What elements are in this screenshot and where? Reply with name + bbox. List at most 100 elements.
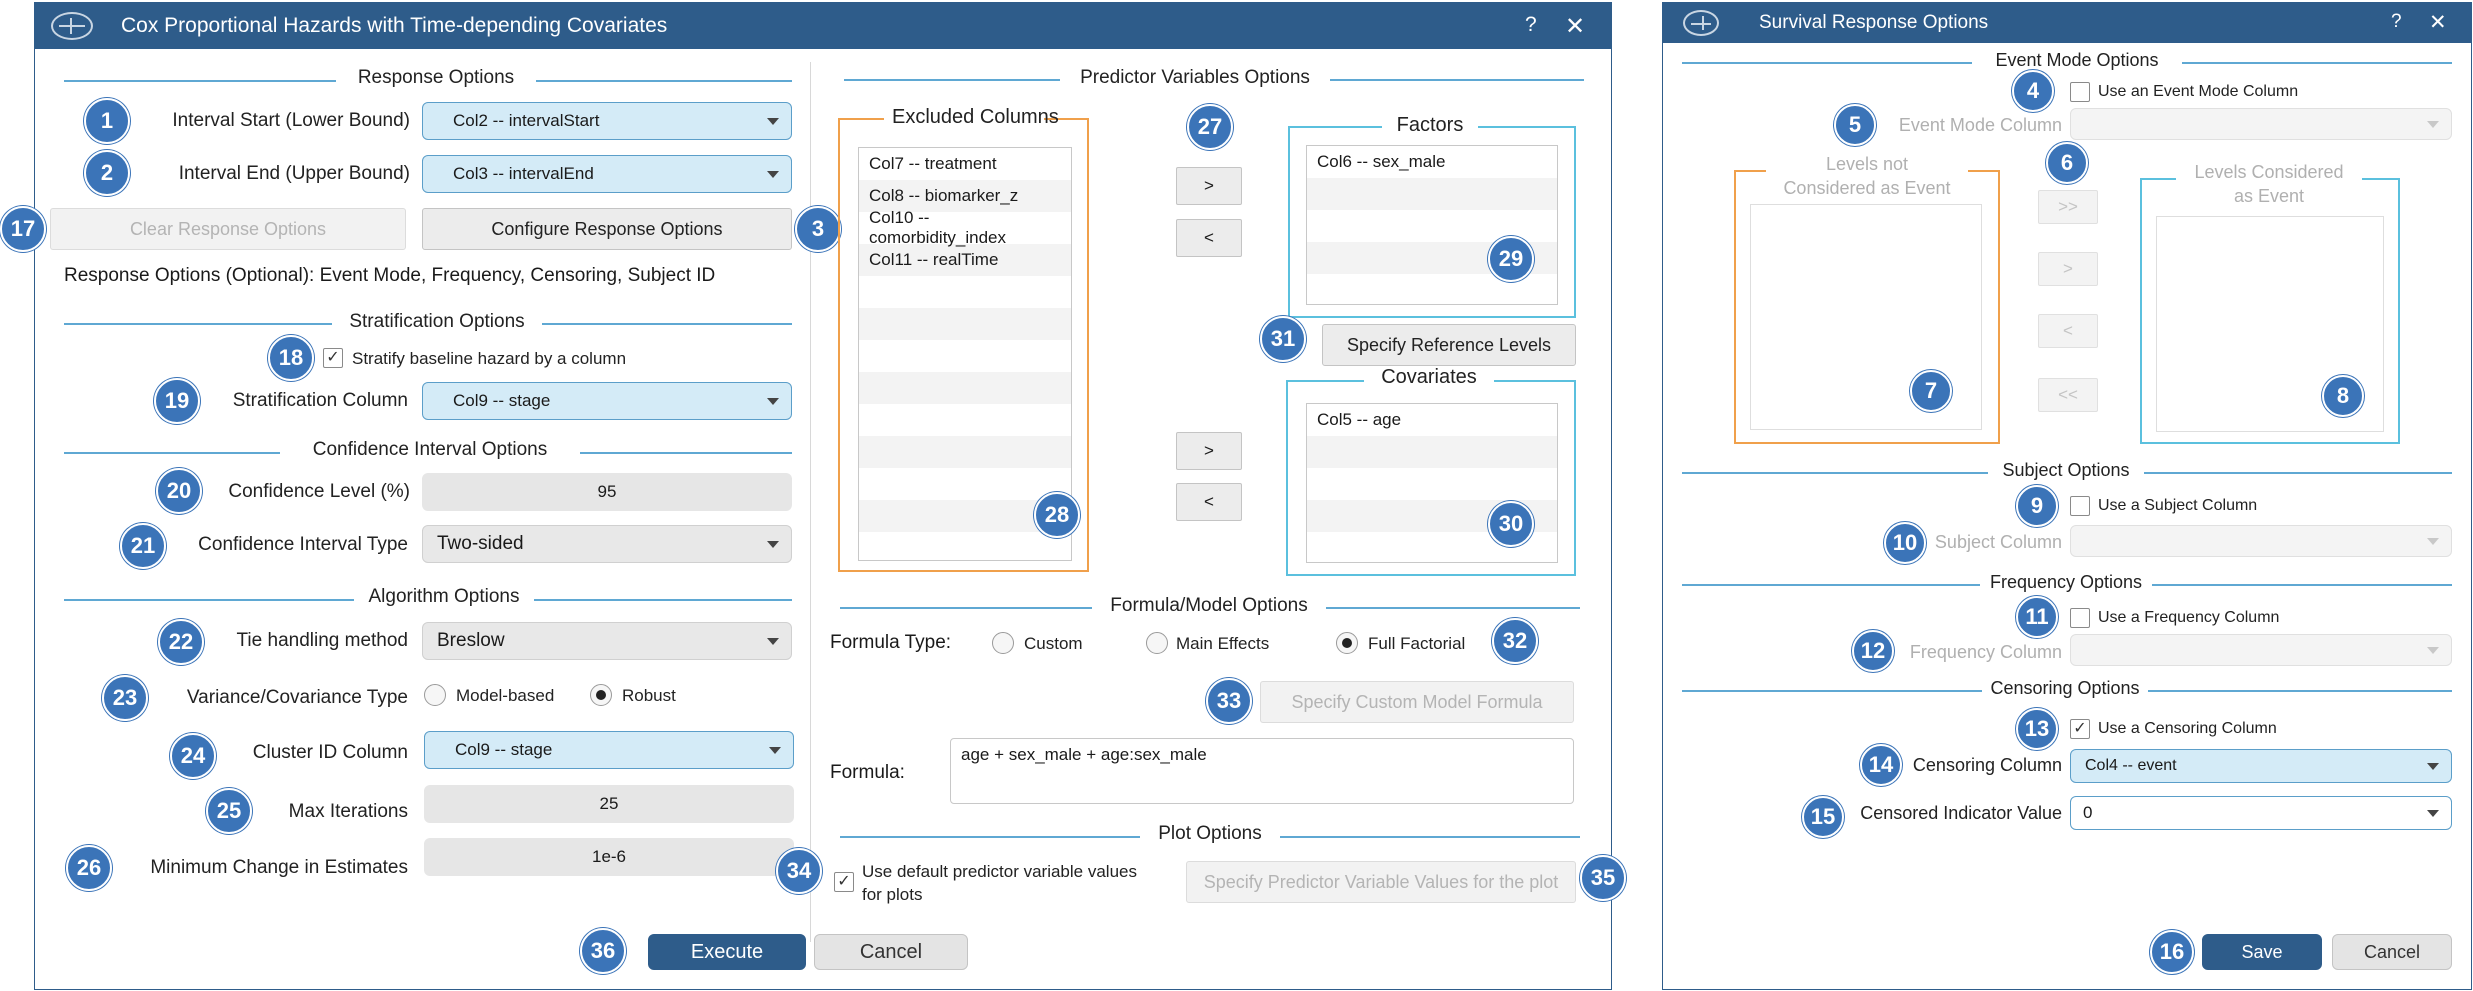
event-mode-checkbox[interactable] — [2070, 82, 2090, 102]
confidence-interval-type-dropdown[interactable]: Two-sided — [422, 525, 792, 563]
remove-from-factors-button[interactable]: < — [1176, 219, 1242, 257]
remove-from-covariates-button[interactable]: < — [1176, 483, 1242, 521]
move-to-covariates-button[interactable]: > — [1176, 432, 1242, 470]
list-item[interactable]: Col10 -- comorbidity_index — [859, 208, 1071, 247]
frequency-checkbox-label: Use a Frequency Column — [2098, 609, 2280, 626]
section-line — [536, 80, 792, 82]
formula-type-label: Formula Type: — [830, 632, 952, 653]
covariates-title: Covariates — [1364, 366, 1494, 389]
section-line — [64, 323, 332, 325]
interval-end-label: Interval End (Upper Bound) — [178, 163, 410, 184]
formula-main-effects-radio[interactable] — [1146, 632, 1168, 654]
section-confidence-title: Confidence Interval Options — [312, 439, 548, 460]
section-line — [542, 323, 792, 325]
specify-plot-values-button[interactable]: Specify Predictor Variable Values for th… — [1186, 861, 1576, 903]
censoring-column-dropdown[interactable]: Col4 -- event — [2070, 749, 2452, 783]
configure-response-options-button[interactable]: Configure Response Options — [422, 208, 792, 250]
dialog-close-icon[interactable]: ✕ — [2429, 10, 2447, 35]
interval-start-dropdown[interactable]: Col2 -- intervalStart — [422, 102, 792, 140]
censoring-checkbox[interactable]: ✓ — [2070, 719, 2090, 739]
main-cancel-button[interactable]: Cancel — [814, 934, 968, 970]
cluster-id-value: Col9 -- stage — [455, 740, 553, 759]
confidence-level-label: Confidence Level (%) — [228, 481, 410, 502]
list-item[interactable]: Col7 -- treatment — [859, 148, 1071, 180]
specify-reference-levels-button[interactable]: Specify Reference Levels — [1322, 324, 1576, 366]
formula-field[interactable]: age + sex_male + age:sex_male — [950, 738, 1574, 804]
badge-29: 29 — [1488, 236, 1534, 282]
frequency-column-dropdown[interactable] — [2070, 634, 2452, 666]
censoring-column-value: Col4 -- event — [2085, 757, 2177, 774]
badge-23: 23 — [102, 675, 148, 721]
move-from-event-button[interactable]: < — [2038, 314, 2098, 348]
badge-14: 14 — [1860, 744, 1902, 786]
factors-list[interactable]: Col6 -- sex_male — [1306, 145, 1558, 305]
subject-column-label: Subject Column — [1934, 532, 2062, 552]
badge-8: 8 — [2322, 375, 2364, 417]
event-mode-column-dropdown[interactable] — [2070, 108, 2452, 140]
variance-robust-radio[interactable] — [590, 684, 612, 706]
section-line — [64, 80, 336, 82]
list-item[interactable]: Col11 -- realTime — [859, 244, 1071, 276]
section-line — [1330, 79, 1584, 81]
tie-handling-value: Breslow — [437, 630, 505, 651]
specify-custom-formula-button[interactable]: Specify Custom Model Formula — [1260, 681, 1574, 723]
chevron-down-icon — [2427, 810, 2439, 817]
help-button[interactable]: ? — [1525, 13, 1537, 37]
main-window-title: Cox Proportional Hazards with Time-depen… — [121, 14, 668, 37]
badge-24: 24 — [170, 733, 216, 779]
confidence-level-field[interactable]: 95 — [422, 473, 792, 511]
badge-18: 18 — [268, 335, 314, 381]
app-logo-icon — [1683, 10, 1719, 36]
move-to-factors-button[interactable]: > — [1176, 167, 1242, 205]
section-subject-title: Subject Options — [2002, 460, 2130, 480]
subject-checkbox-label: Use a Subject Column — [2098, 497, 2258, 514]
move-all-from-event-button[interactable]: << — [2038, 378, 2098, 412]
max-iterations-field[interactable]: 25 — [424, 785, 794, 823]
stratification-column-label: Stratification Column — [232, 390, 408, 411]
badge-6: 6 — [2046, 142, 2088, 184]
min-change-field[interactable]: 1e-6 — [424, 838, 794, 876]
stratification-column-dropdown[interactable]: Col9 -- stage — [422, 382, 792, 420]
list-item — [859, 404, 1071, 436]
section-line — [2144, 472, 2452, 474]
badge-27: 27 — [1187, 104, 1233, 150]
subject-column-dropdown[interactable] — [2070, 525, 2452, 557]
interval-start-label: Interval Start (Lower Bound) — [172, 110, 410, 131]
section-line — [2152, 584, 2452, 586]
frequency-checkbox[interactable] — [2070, 608, 2090, 628]
stratify-checkbox[interactable]: ✓ — [323, 348, 343, 368]
list-item[interactable]: Col6 -- sex_male — [1307, 146, 1557, 178]
censored-indicator-dropdown[interactable]: 0 — [2070, 796, 2452, 830]
min-change-label: Minimum Change in Estimates — [150, 857, 408, 878]
clear-response-options-button[interactable]: Clear Response Options — [50, 208, 406, 250]
formula-custom-radio[interactable] — [992, 632, 1014, 654]
execute-button[interactable]: Execute — [648, 934, 806, 970]
dialog-help-button[interactable]: ? — [2391, 11, 2402, 33]
badge-4: 4 — [2012, 70, 2054, 112]
list-item — [859, 308, 1071, 340]
cluster-id-dropdown[interactable]: Col9 -- stage — [424, 731, 794, 769]
chevron-down-icon — [2427, 647, 2439, 654]
section-formula-title: Formula/Model Options — [1110, 595, 1308, 616]
variance-robust-label: Robust — [622, 686, 676, 705]
formula-full-factorial-radio[interactable] — [1336, 632, 1358, 654]
chevron-down-icon — [2427, 121, 2439, 128]
tie-handling-dropdown[interactable]: Breslow — [422, 622, 792, 660]
censoring-checkbox-label: Use a Censoring Column — [2098, 720, 2277, 737]
chevron-down-icon — [767, 171, 779, 178]
close-icon[interactable]: ✕ — [1565, 12, 1585, 41]
default-plot-values-checkbox[interactable]: ✓ — [834, 872, 854, 892]
dialog-cancel-button[interactable]: Cancel — [2332, 934, 2452, 970]
subject-checkbox[interactable] — [2070, 496, 2090, 516]
max-iterations-label: Max Iterations — [288, 801, 408, 822]
variance-model-based-radio[interactable] — [424, 684, 446, 706]
dialog-save-button[interactable]: Save — [2202, 934, 2322, 970]
badge-13: 13 — [2016, 708, 2058, 750]
move-to-event-button[interactable]: > — [2038, 252, 2098, 286]
list-item[interactable]: Col5 -- age — [1307, 404, 1557, 436]
interval-end-dropdown[interactable]: Col3 -- intervalEnd — [422, 155, 792, 193]
chevron-down-icon — [767, 398, 779, 405]
section-line — [1682, 62, 1972, 64]
section-line — [1682, 472, 1988, 474]
move-all-to-event-button[interactable]: >> — [2038, 190, 2098, 224]
